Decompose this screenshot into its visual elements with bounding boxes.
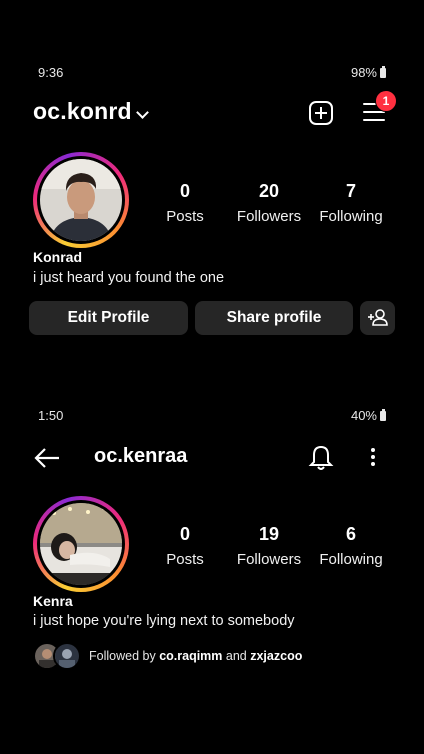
stat-posts[interactable]: 0 Posts	[145, 524, 225, 568]
followed-by-joiner: and	[225, 649, 247, 663]
battery-icon	[380, 408, 386, 421]
bell-icon[interactable]	[308, 443, 334, 471]
stat-posts[interactable]: 0 Posts	[145, 181, 225, 225]
edit-profile-button[interactable]: Edit Profile	[29, 301, 188, 335]
profile-bio: i just hope you're lying next to somebod…	[33, 613, 295, 629]
stat-following[interactable]: 6 Following	[311, 524, 391, 568]
profile-name: Kenra	[33, 593, 73, 609]
account-switcher-username[interactable]: oc.konrd	[33, 98, 132, 125]
more-options-icon[interactable]	[371, 448, 375, 466]
battery-level: 98%	[350, 65, 377, 80]
status-bar: 1:50 40%	[0, 408, 424, 428]
avatar[interactable]	[33, 496, 129, 592]
followed-by-prefix: Followed by	[89, 649, 156, 663]
app-screen: 9:36 98% oc.konrd 1 0 Posts 20 Followers…	[0, 0, 424, 754]
mutual-avatar	[53, 642, 81, 670]
battery-level: 40%	[350, 408, 377, 423]
page-title: oc.kenraa	[94, 445, 188, 467]
profile-photo	[40, 503, 122, 585]
profile-name: Konrad	[33, 249, 82, 265]
create-post-icon[interactable]	[309, 101, 333, 125]
avatar[interactable]	[33, 152, 129, 248]
status-time: 1:50	[38, 408, 64, 423]
mutual-follower-link[interactable]: zxjazcoo	[250, 649, 302, 663]
share-profile-button[interactable]: Share profile	[195, 301, 353, 335]
status-time: 9:36	[38, 65, 64, 80]
back-arrow-icon[interactable]	[34, 448, 60, 468]
followed-by-row[interactable]: Followed by co.raqimm and zxjazcoo	[33, 642, 302, 670]
stat-followers[interactable]: 19 Followers	[229, 524, 309, 568]
notification-badge: 1	[375, 90, 397, 112]
battery-icon	[380, 65, 386, 78]
chevron-down-icon[interactable]	[136, 106, 149, 119]
mutual-follower-link[interactable]: co.raqimm	[159, 649, 222, 663]
profile-header: oc.konrd 1	[33, 90, 397, 130]
status-bar: 9:36 98%	[0, 65, 424, 85]
profile-bio: i just heard you found the one	[33, 270, 225, 286]
stat-following[interactable]: 7 Following	[311, 181, 391, 225]
profile-photo	[40, 159, 122, 241]
stat-followers[interactable]: 20 Followers	[229, 181, 309, 225]
add-person-icon	[368, 309, 388, 326]
discover-people-button[interactable]	[360, 301, 395, 335]
